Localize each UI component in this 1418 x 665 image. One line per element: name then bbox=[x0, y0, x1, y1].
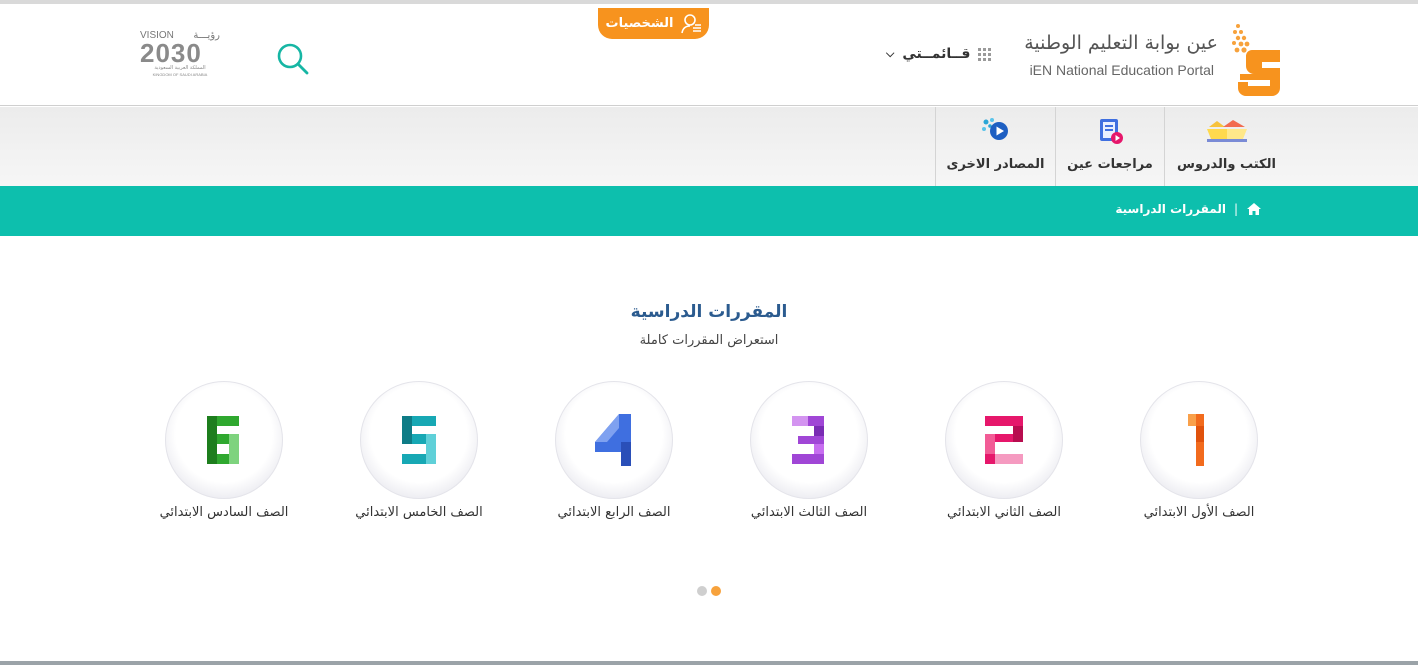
grade-label: الصف الخامس الابتدائي bbox=[355, 505, 483, 520]
home-icon[interactable] bbox=[1246, 202, 1262, 216]
grade-card-1[interactable]: الصف الأول الابتدائي bbox=[1114, 381, 1284, 520]
grade-label: الصف الثاني الابتدائي bbox=[947, 505, 1061, 520]
carousel-pagination bbox=[697, 586, 721, 596]
portal-name-en: iEN National Education Portal bbox=[1029, 62, 1214, 78]
grade-card-4[interactable]: الصف الرابع الابتدائي bbox=[529, 381, 699, 520]
vision-year: 2030 bbox=[140, 38, 202, 68]
footer-divider bbox=[0, 661, 1418, 665]
number-6-icon bbox=[207, 416, 239, 464]
number-3-icon bbox=[792, 416, 824, 464]
carousel-dot-2-active[interactable] bbox=[711, 586, 721, 596]
nav-label: مراجعات عين bbox=[1067, 157, 1153, 172]
number-1-icon bbox=[1188, 414, 1204, 466]
grade-circle bbox=[945, 381, 1063, 499]
main-nav: الكتب والدروس مراجعات عين المصادر الاخرى bbox=[0, 107, 1418, 186]
grade-card-5[interactable]: الصف الخامس الابتدائي bbox=[334, 381, 504, 520]
breadcrumb-bar: | المقررات الدراسية bbox=[0, 186, 1418, 236]
grade-circle bbox=[360, 381, 478, 499]
number-5-icon bbox=[402, 416, 436, 464]
grade-circle bbox=[165, 381, 283, 499]
my-menu-button[interactable]: ⌵ قــائمــتي bbox=[886, 46, 992, 62]
play-resources-icon bbox=[981, 118, 1008, 140]
grade-label: الصف السادس الابتدائي bbox=[159, 505, 289, 520]
grade-circle bbox=[555, 381, 673, 499]
nav-item-books-lessons[interactable]: الكتب والدروس bbox=[1164, 107, 1288, 186]
my-menu-label: قــائمــتي bbox=[902, 46, 971, 62]
page-title: المقررات الدراسية bbox=[630, 302, 788, 322]
person-list-icon bbox=[680, 13, 701, 33]
nav-item-other-resources[interactable]: المصادر الاخرى bbox=[935, 107, 1055, 186]
number-4-icon bbox=[595, 414, 631, 466]
grade-card-6[interactable]: الصف السادس الابتدائي bbox=[139, 381, 309, 520]
number-2-icon bbox=[985, 416, 1023, 464]
ien-logo[interactable] bbox=[1232, 22, 1284, 96]
carousel-dot-1[interactable] bbox=[697, 586, 707, 596]
open-book-icon bbox=[1206, 120, 1247, 142]
persons-tab[interactable]: الشخصيات bbox=[598, 8, 709, 39]
grid-icon bbox=[978, 47, 992, 61]
grade-card-3[interactable]: الصف الثالث الابتدائي bbox=[724, 381, 894, 520]
notebook-video-icon bbox=[1100, 119, 1123, 144]
grade-label: الصف الثالث الابتدائي bbox=[750, 505, 868, 520]
breadcrumb-current: المقررات الدراسية bbox=[1115, 202, 1226, 216]
breadcrumb: | المقررات الدراسية bbox=[1115, 202, 1262, 216]
portal-name-ar: عين بوابة التعليم الوطنية bbox=[1024, 32, 1218, 54]
search-icon[interactable] bbox=[276, 42, 310, 76]
grade-label: الصف الرابع الابتدائي bbox=[557, 505, 671, 520]
grade-circle bbox=[1140, 381, 1258, 499]
page-subtitle: استعراض المقررات كاملة bbox=[639, 333, 779, 348]
nav-label: الكتب والدروس bbox=[1177, 157, 1276, 172]
breadcrumb-separator: | bbox=[1233, 202, 1238, 216]
chevron-down-icon: ⌵ bbox=[886, 47, 895, 60]
vision-2030-logo: VISION رؤيـــة 2030 المملكة العربية السع… bbox=[140, 30, 220, 86]
nav-label: المصادر الاخرى bbox=[946, 157, 1045, 172]
grade-circle bbox=[750, 381, 868, 499]
nav-item-ien-reviews[interactable]: مراجعات عين bbox=[1055, 107, 1164, 186]
grade-label: الصف الأول الابتدائي bbox=[1143, 505, 1255, 520]
grade-card-2[interactable]: الصف الثاني الابتدائي bbox=[919, 381, 1089, 520]
site-header: عين بوابة التعليم الوطنية iEN National E… bbox=[0, 0, 1418, 106]
vision-kingdom-en: KINGDOM OF SAUDI ARABIA bbox=[152, 72, 208, 77]
persons-tab-label: الشخصيات bbox=[605, 16, 674, 31]
